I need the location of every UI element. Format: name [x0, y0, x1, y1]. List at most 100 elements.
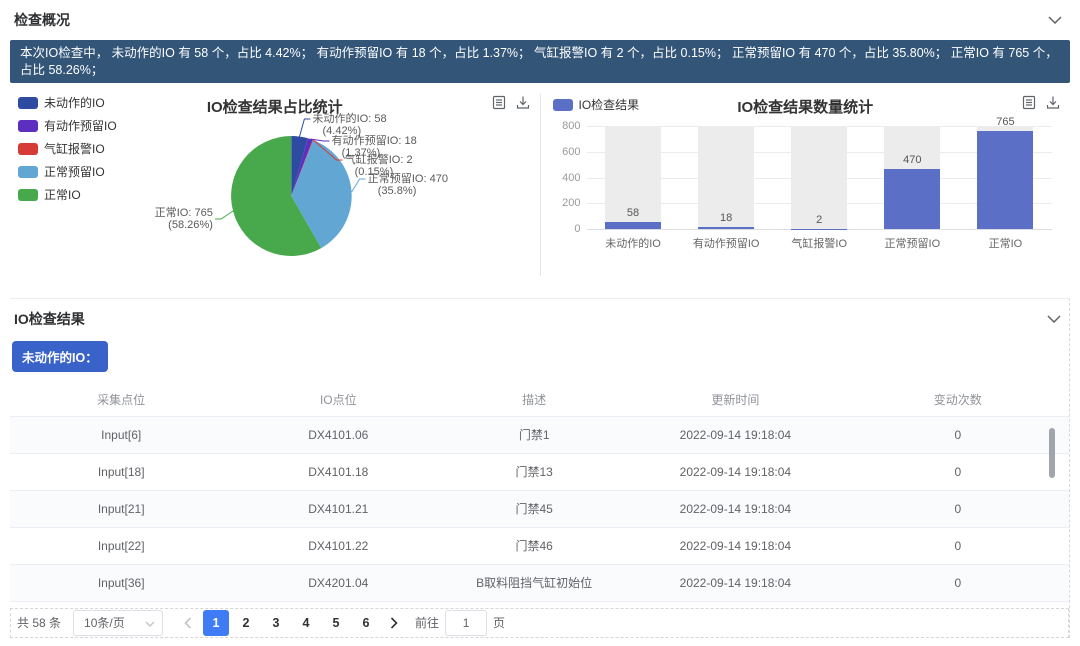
bar-slot: 18有动作预留IO	[680, 126, 773, 229]
pie-legend-item[interactable]: 有动作预留IO	[18, 117, 117, 134]
x-axis-label: 气缸报警IO	[773, 235, 866, 251]
legend-swatch	[18, 97, 38, 109]
results-table: 采集点位IO点位描述更新时间变动次数 Input[6]DX4101.06门禁12…	[10, 384, 1069, 602]
page-button-4[interactable]: 4	[293, 610, 319, 636]
legend-label: 正常预留IO	[44, 163, 105, 180]
table-cell: Input[18]	[10, 453, 232, 490]
legend-swatch	[18, 166, 38, 178]
table-cell: 0	[847, 490, 1069, 527]
table-cell: 门禁1	[444, 416, 624, 453]
page-button-6[interactable]: 6	[353, 610, 379, 636]
table-cell: Input[6]	[10, 416, 232, 453]
y-axis-label: 0	[545, 223, 581, 235]
page-size-value: 10条/页	[84, 614, 125, 631]
bar-value-label: 765	[959, 116, 1052, 128]
legend-label: IO检查结果	[579, 96, 640, 113]
overview-panel-header[interactable]: 检查概况	[10, 0, 1070, 40]
legend-label: 正常IO	[44, 186, 81, 203]
goto-suffix: 页	[493, 614, 505, 631]
io-inspection-dashboard: 检查概况 本次IO检查中， 未动作的IO 有 58 个，占比 4.42%； 有动…	[0, 0, 1080, 638]
pie-label-line	[352, 179, 366, 192]
pie-legend-item[interactable]: 正常IO	[18, 186, 117, 203]
table-cell: 0	[847, 527, 1069, 564]
pie-label: 正常预留IO: 470(35.8%)	[368, 172, 448, 197]
filter-badge[interactable]: 未动作的IO：	[12, 341, 108, 372]
summary-text: 本次IO检查中， 未动作的IO 有 58 个，占比 4.42%； 有动作预留IO…	[20, 45, 1060, 78]
chart-toolbox	[1022, 95, 1060, 110]
pie-label: 未动作的IO: 58(4.42%)	[312, 111, 386, 137]
page-button-2[interactable]: 2	[233, 610, 259, 636]
column-header-2: 描述	[444, 384, 624, 416]
table-cell: Input[36]	[10, 564, 232, 601]
goto-page-input[interactable]	[445, 610, 487, 636]
results-panel-header[interactable]: IO检查结果	[10, 299, 1069, 339]
results-title: IO检查结果	[14, 309, 85, 329]
goto-label: 前往	[415, 614, 439, 631]
legend-label: 气缸报警IO	[44, 140, 105, 157]
table-row[interactable]: Input[18]DX4101.18门禁132022-09-14 19:18:0…	[10, 453, 1069, 490]
pie-legend-item[interactable]: 未动作的IO	[18, 94, 117, 111]
page-button-3[interactable]: 3	[263, 610, 289, 636]
bar-3[interactable]	[884, 169, 940, 230]
page-size-select[interactable]: 10条/页	[73, 610, 163, 636]
bar-value-label: 470	[866, 154, 959, 166]
legend-swatch	[18, 120, 38, 132]
page-button-1[interactable]: 1	[203, 610, 229, 636]
pie-legend-item[interactable]: 气缸报警IO	[18, 140, 117, 157]
pie-legend-item[interactable]: 正常预留IO	[18, 163, 117, 180]
legend-swatch	[553, 99, 573, 111]
data-view-icon[interactable]	[1022, 95, 1036, 110]
table-cell: Input[22]	[10, 527, 232, 564]
table-row[interactable]: Input[21]DX4101.21门禁452022-09-14 19:18:0…	[10, 490, 1069, 527]
table-cell: 2022-09-14 19:18:04	[624, 490, 846, 527]
column-header-0: 采集点位	[10, 384, 232, 416]
pie-label: 正常IO: 765(58.26%)	[155, 206, 213, 231]
page-button-5[interactable]: 5	[323, 610, 349, 636]
pie-chart-panel: IO检查结果占比统计 未动作的IO有动作预留IO气缸报警IO正常预留IO正常IO…	[10, 88, 540, 282]
legend-swatch	[18, 143, 38, 155]
bar-value-label: 58	[587, 207, 680, 219]
charts-row: IO检查结果占比统计 未动作的IO有动作预留IO气缸报警IO正常预留IO正常IO…	[10, 88, 1070, 282]
bar-plot: 0200400600800 58未动作的IO18有动作预留IO2气缸报警IO47…	[587, 126, 1053, 230]
table-cell: 2022-09-14 19:18:04	[624, 564, 846, 601]
table-cell: 0	[847, 416, 1069, 453]
chevron-down-icon[interactable]	[1047, 315, 1061, 323]
y-axis-label: 600	[545, 146, 581, 158]
x-axis-label: 有动作预留IO	[680, 235, 773, 251]
next-page-button[interactable]	[383, 610, 405, 636]
table-row[interactable]: Input[36]DX4201.04B取料阻挡气缸初始位2022-09-14 1…	[10, 564, 1069, 601]
x-axis-label: 正常预留IO	[866, 235, 959, 251]
download-icon[interactable]	[1046, 95, 1060, 110]
vertical-scrollbar[interactable]	[1049, 428, 1055, 478]
chevron-down-icon[interactable]	[1048, 16, 1062, 24]
prev-page-button[interactable]	[177, 610, 199, 636]
column-header-3: 更新时间	[624, 384, 846, 416]
column-header-1: IO点位	[232, 384, 444, 416]
table-cell: DX4201.04	[232, 564, 444, 601]
overview-section: 检查概况 本次IO检查中， 未动作的IO 有 58 个，占比 4.42%； 有动…	[10, 0, 1070, 282]
bar-slot: 58未动作的IO	[587, 126, 680, 229]
bar-chart-panel: IO检查结果 IO检查结果数量统计 0200400600800 58未动作的IO…	[541, 88, 1071, 282]
legend-label: 未动作的IO	[44, 94, 105, 111]
pie-label-line	[299, 119, 310, 137]
table-cell: 门禁13	[444, 453, 624, 490]
table-cell: DX4101.06	[232, 416, 444, 453]
table-cell: 2022-09-14 19:18:04	[624, 416, 846, 453]
bar-value-label: 18	[680, 212, 773, 224]
bar-4[interactable]	[977, 131, 1033, 229]
table-wrap: 采集点位IO点位描述更新时间变动次数 Input[6]DX4101.06门禁12…	[10, 384, 1069, 602]
y-axis-label: 200	[545, 197, 581, 209]
bar-legend-item[interactable]: IO检查结果	[553, 96, 640, 113]
bar-series: 58未动作的IO18有动作预留IO2气缸报警IO470正常预留IO765正常IO	[587, 126, 1053, 229]
y-axis-label: 800	[545, 120, 581, 132]
table-cell: 0	[847, 564, 1069, 601]
bar-1[interactable]	[698, 227, 754, 229]
column-header-4: 变动次数	[847, 384, 1069, 416]
table-row[interactable]: Input[6]DX4101.06门禁12022-09-14 19:18:040	[10, 416, 1069, 453]
bar-0[interactable]	[605, 222, 661, 229]
table-row[interactable]: Input[22]DX4101.22门禁462022-09-14 19:18:0…	[10, 527, 1069, 564]
legend-swatch	[18, 189, 38, 201]
table-cell: 2022-09-14 19:18:04	[624, 527, 846, 564]
table-cell: B取料阻挡气缸初始位	[444, 564, 624, 601]
chevron-down-icon	[145, 621, 155, 627]
